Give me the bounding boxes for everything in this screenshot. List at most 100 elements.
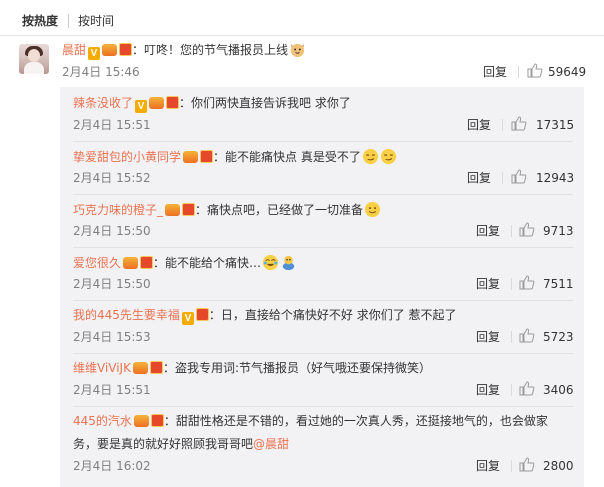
reply-divider [73,247,573,248]
reply-button[interactable]: 回复 [476,383,500,397]
reply-text: 务，要是真的就好好照顾我哥哥吧 [73,437,254,451]
divider [502,172,503,184]
username[interactable]: 爱您很久 [73,256,121,270]
comment-text: ：叮咚！您的节气播报员上线 [132,43,289,57]
like-count: 2800 [543,459,574,473]
red-envelope-icon [140,256,154,269]
divider [502,119,503,131]
tab-by-hot[interactable]: 按热度 [22,13,58,29]
reply-line: 445的汽水 ：甜甜性格还是不错的，看过她的一次真人秀，还挺接地气的，也会做家 [73,413,548,429]
red-envelope-icon [182,203,196,216]
like-count: 9713 [543,224,574,238]
reply-button[interactable]: 回复 [483,65,507,79]
smirk-emoji-icon [380,148,396,165]
reply-button[interactable]: 回复 [476,277,500,291]
like-count: 5723 [543,330,574,344]
reply-text: ：甜甜性格还是不错的，看过她的一次真人秀，还挺接地气的，也会做家 [163,414,548,428]
verified-icon: V [135,100,148,113]
divider [511,278,512,290]
red-envelope-icon [150,414,164,427]
red-envelope-icon [195,308,209,321]
reply-time: 2月4日 16:02 [73,459,151,473]
like-count: 7511 [543,277,574,291]
reply-time: 2月4日 15:52 [73,171,151,185]
vip-icon [102,44,118,56]
thumbs-up-icon[interactable] [511,116,527,131]
reply-divider [73,141,573,142]
like-count: 3406 [543,383,574,397]
thumbs-up-icon[interactable] [519,328,535,343]
reply-line: 维维ViViJK ：盗我专用词:节气播报员（好气哦还要保持微笑） [73,360,431,376]
reply-button[interactable]: 回复 [476,224,500,238]
reply-line: 巧克力味的橙子_ ：痛快点吧，已经做了一切准备 [73,201,381,218]
reply-time: 2月4日 15:50 [73,224,151,238]
vip-icon [165,204,181,216]
reply-text: ：能不能痛快点 真是受不了 [213,150,361,164]
red-envelope-icon [200,150,214,163]
thumbs-up-icon[interactable] [519,457,535,472]
reply-line: 我的445先生要幸福 V ：日，直接给个痛快好不好 求你们了 惹不起了 [73,307,457,325]
reply-divider [73,406,573,407]
smirk-emoji-icon [362,148,378,165]
vip-icon [149,97,165,109]
mention-link[interactable]: @晨甜 [253,437,289,451]
reply-line: 辣条没收了 V ：你们两快直接告诉我吧 求你了 [73,95,351,113]
divider [518,66,519,78]
like-count: 12943 [536,171,575,185]
reply-line: 爱您很久 ：能不能给个痛快… [73,254,297,271]
reply-time: 2月4日 15:51 [73,383,151,397]
top-comment: 晨甜 V ：叮咚！您的节气播报员上线 2月4日 15:46 回复 59649 [0,36,604,86]
vip-icon [183,151,199,163]
avatar[interactable] [19,44,49,74]
verified-icon: V [181,312,194,325]
divider [511,384,512,396]
thumbs-up-icon[interactable] [527,63,543,78]
reply-text: ：痛快点吧，已经做了一切准备 [195,203,364,217]
username[interactable]: 我的445先生要幸福 [73,308,180,322]
thumbs-up-icon[interactable] [511,169,527,184]
reply-button[interactable]: 回复 [467,118,491,132]
reply-divider [73,353,573,354]
comment-time: 2月4日 15:46 [62,65,140,79]
tab-by-time[interactable]: 按时间 [78,13,114,29]
verified-icon: V [88,47,101,60]
username[interactable]: 晨甜 [62,43,86,57]
tab-divider [68,14,69,28]
divider [511,331,512,343]
divider [511,460,512,472]
comment-line: 晨甜 V ：叮咚！您的节气播报员上线 [62,41,306,60]
thumbs-up-icon[interactable] [519,222,535,237]
reply-line: 挚爱甜包的小黄同学 ：能不能痛快点 真是受不了 [73,148,397,165]
crying-laugh-emoji-icon [262,254,279,271]
vip-icon [133,415,149,427]
smile-emoji-icon [364,201,381,218]
vip-icon [123,257,139,269]
reply-time: 2月4日 15:51 [73,118,151,132]
username[interactable]: 挚爱甜包的小黄同学 [73,150,181,164]
reply-text: ：盗我专用词:节气播报员（好气哦还要保持微笑） [162,361,432,375]
username[interactable]: 445的汽水 [73,414,132,428]
divider [511,225,512,237]
cat-face-emoji-icon [290,43,305,58]
like-count: 59649 [548,65,587,79]
reply-button[interactable]: 回复 [476,459,500,473]
reply-line-continued: 务，要是真的就好好照顾我哥哥吧@晨甜 [73,436,289,452]
username[interactable]: 辣条没收了 [73,96,133,110]
username[interactable]: 巧克力味的橙子_ [73,203,163,217]
reply-text: ：你们两快直接告诉我吧 求你了 [179,96,351,110]
vip-icon [132,362,148,374]
reply-time: 2月4日 15:53 [73,330,151,344]
like-count: 17315 [536,118,575,132]
reply-button[interactable]: 回复 [476,330,500,344]
reply-divider [73,300,573,301]
reply-text: ：能不能给个痛快… [153,256,262,270]
reply-divider [73,194,573,195]
reply-button[interactable]: 回复 [467,171,491,185]
username[interactable]: 维维ViViJK [73,361,131,375]
thumbs-up-icon[interactable] [519,381,535,396]
red-envelope-icon [119,43,133,56]
thumbs-up-icon[interactable] [519,275,535,290]
red-envelope-icon [149,361,163,374]
reply-text: ：日，直接给个痛快好不好 求你们了 惹不起了 [208,308,457,322]
sort-tabs: 按热度 按时间 [0,0,604,36]
